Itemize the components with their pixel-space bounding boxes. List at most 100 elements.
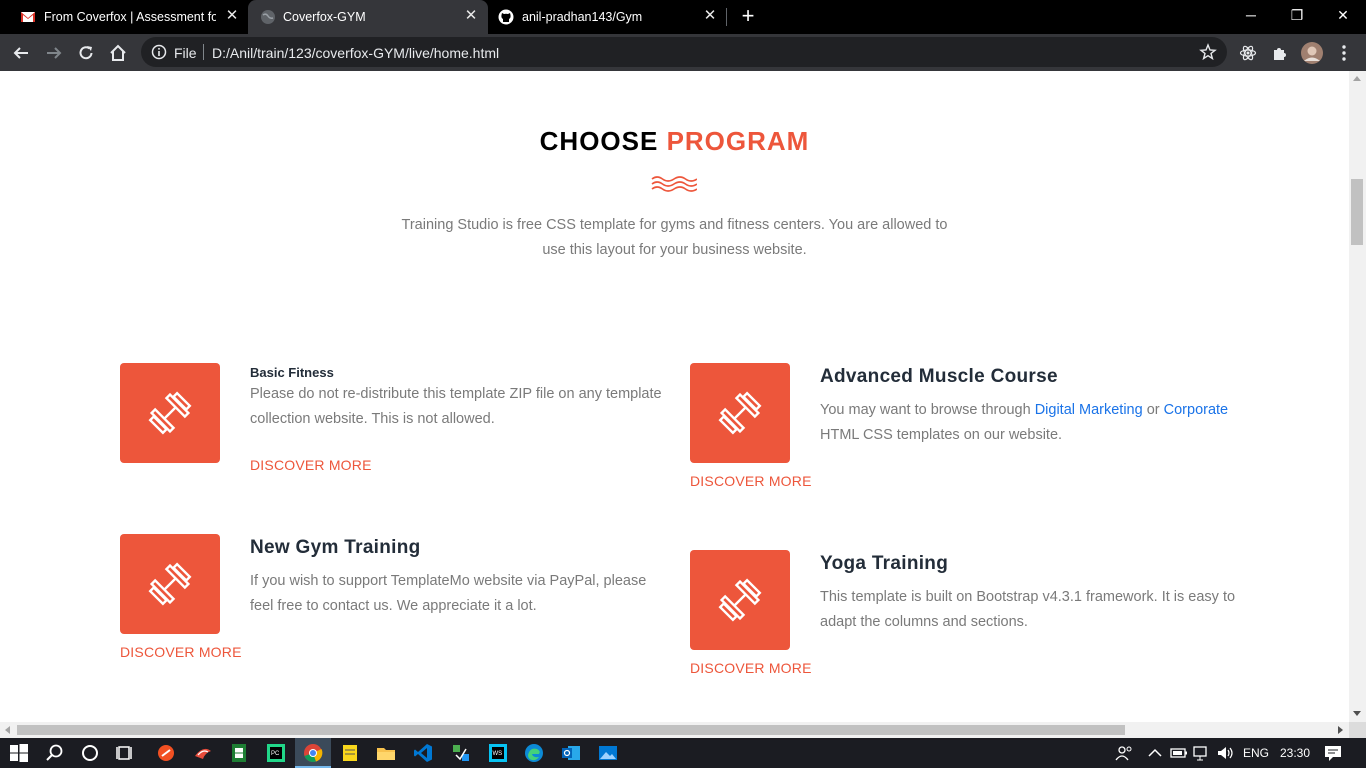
windows-start-icon[interactable]: [9, 743, 29, 763]
close-tab-icon[interactable]: ✕: [463, 8, 479, 24]
home-button[interactable]: [105, 40, 131, 66]
tab-separator: [726, 8, 727, 26]
react-devtools-extension[interactable]: [1235, 40, 1261, 66]
digital-marketing-link[interactable]: Digital Marketing: [1035, 402, 1143, 418]
chrome-taskbar-button[interactable]: [295, 738, 331, 768]
description-text: or: [1142, 402, 1164, 418]
scheme-label: File: [174, 45, 197, 61]
section-heading: CHOOSE PROGRAM: [0, 126, 1349, 157]
discover-more-link[interactable]: DISCOVER MORE: [120, 644, 242, 660]
scroll-down-arrow-icon[interactable]: [1353, 711, 1361, 716]
program-description: This template is built on Bootstrap v4.3…: [820, 589, 1236, 630]
vscode-icon[interactable]: [413, 743, 433, 763]
outlook-icon[interactable]: [561, 743, 581, 763]
heading-part-1: CHOOSE: [539, 126, 659, 156]
program-description: If you wish to support TemplateMo websit…: [250, 573, 647, 614]
address-bar[interactable]: File D:/Anil/train/123/coverfox-GYM/live…: [141, 37, 1227, 67]
minimize-button[interactable]: ─: [1228, 0, 1274, 30]
pycharm-icon[interactable]: PC: [266, 743, 286, 763]
waves-divider-icon: [651, 176, 697, 192]
volume-icon[interactable]: [1216, 743, 1236, 763]
chrome-icon: [304, 744, 323, 763]
program-icon-box: [120, 534, 220, 634]
vertical-scrollbar[interactable]: [1349, 71, 1366, 722]
app-icon[interactable]: [451, 743, 471, 763]
app-icon[interactable]: [193, 743, 213, 763]
tab-gmail[interactable]: From Coverfox | Assessment for F ✕: [0, 0, 246, 34]
scroll-left-arrow-icon[interactable]: [5, 726, 10, 734]
file-explorer-icon[interactable]: [376, 743, 396, 763]
spreadsheet-icon[interactable]: [229, 743, 249, 763]
extensions-button[interactable]: [1267, 40, 1293, 66]
tab-strip: From Coverfox | Assessment for F ✕ Cover…: [0, 0, 1366, 34]
battery-icon[interactable]: [1169, 743, 1189, 763]
restore-button[interactable]: ❐: [1274, 0, 1320, 30]
kebab-menu-icon: [1342, 45, 1346, 61]
tab-title: From Coverfox | Assessment for F: [44, 10, 216, 24]
program-icon-box: [690, 363, 790, 463]
new-tab-button[interactable]: +: [737, 5, 759, 27]
close-window-button[interactable]: ✕: [1320, 0, 1366, 30]
browser-toolbar: File D:/Anil/train/123/coverfox-GYM/live…: [0, 34, 1366, 71]
svg-text:WS: WS: [493, 751, 503, 757]
dumbbell-icon: [148, 562, 192, 606]
tab-github[interactable]: anil-pradhan143/Gym ✕: [488, 0, 728, 34]
notifications-icon[interactable]: [1323, 743, 1343, 763]
scroll-right-arrow-icon[interactable]: [1338, 726, 1343, 734]
program-icon-box: [120, 363, 220, 463]
scroll-up-arrow-icon[interactable]: [1353, 76, 1361, 81]
task-view-icon[interactable]: [116, 743, 136, 763]
tab-coverfox-gym[interactable]: Coverfox-GYM ✕: [248, 0, 488, 34]
horizontal-scrollbar[interactable]: [0, 722, 1349, 738]
back-button[interactable]: [8, 40, 34, 66]
url-text[interactable]: D:/Anil/train/123/coverfox-GYM/live/home…: [212, 45, 499, 61]
program-title: Advanced Muscle Course: [820, 366, 1058, 387]
horizontal-scroll-thumb[interactable]: [17, 725, 1125, 735]
program-title: New Gym Training: [250, 537, 421, 558]
close-tab-icon[interactable]: ✕: [224, 8, 240, 24]
browser-menu-button[interactable]: [1331, 40, 1357, 66]
reload-button[interactable]: [73, 40, 99, 66]
taskbar-clock[interactable]: 23:30: [1280, 738, 1310, 768]
sticky-notes-icon[interactable]: [340, 743, 360, 763]
app-icon[interactable]: [156, 743, 176, 763]
heading-part-2: PROGRAM: [666, 126, 810, 156]
dumbbell-icon: [718, 391, 762, 435]
cortana-icon[interactable]: [80, 743, 100, 763]
page-viewport: CHOOSE PROGRAM Training Studio is free C…: [0, 71, 1349, 722]
network-icon[interactable]: [1192, 743, 1212, 763]
profile-avatar-button[interactable]: [1299, 40, 1325, 66]
program-description: You may want to browse through Digital M…: [820, 398, 1240, 448]
tab-title: anil-pradhan143/Gym: [522, 10, 643, 24]
discover-more-link[interactable]: DISCOVER MORE: [690, 473, 812, 489]
program-icon-box: [690, 550, 790, 650]
windows-taskbar: PC WS ENG 23:30: [0, 738, 1366, 768]
program-title: Basic Fitness: [250, 365, 334, 380]
gmail-icon: [21, 12, 35, 22]
vertical-scroll-thumb[interactable]: [1351, 179, 1363, 245]
back-arrow-icon: [13, 47, 28, 59]
chevron-up-icon[interactable]: [1145, 743, 1165, 763]
bookmark-star-icon[interactable]: [1199, 43, 1217, 61]
address-separator: [203, 44, 204, 60]
reload-icon: [79, 46, 93, 60]
people-icon[interactable]: [1115, 743, 1135, 763]
description-text: HTML CSS templates on our website.: [820, 427, 1063, 443]
edge-icon[interactable]: [524, 743, 544, 763]
avatar: [1301, 42, 1323, 64]
close-tab-icon[interactable]: ✕: [702, 8, 718, 24]
search-icon[interactable]: [45, 743, 65, 763]
info-icon[interactable]: [151, 44, 167, 60]
description-text: You may want to browse through: [820, 402, 1035, 418]
discover-more-link[interactable]: DISCOVER MORE: [690, 660, 812, 676]
discover-more-link[interactable]: DISCOVER MORE: [250, 457, 372, 473]
github-icon: [498, 9, 514, 25]
forward-button[interactable]: [41, 40, 67, 66]
home-icon: [110, 44, 126, 61]
input-language-indicator[interactable]: ENG: [1243, 738, 1269, 768]
dumbbell-icon: [718, 578, 762, 622]
puzzle-piece-icon: [1274, 48, 1286, 60]
photos-icon[interactable]: [598, 743, 618, 763]
corporate-link[interactable]: Corporate: [1164, 402, 1228, 418]
webstorm-icon[interactable]: WS: [488, 743, 508, 763]
